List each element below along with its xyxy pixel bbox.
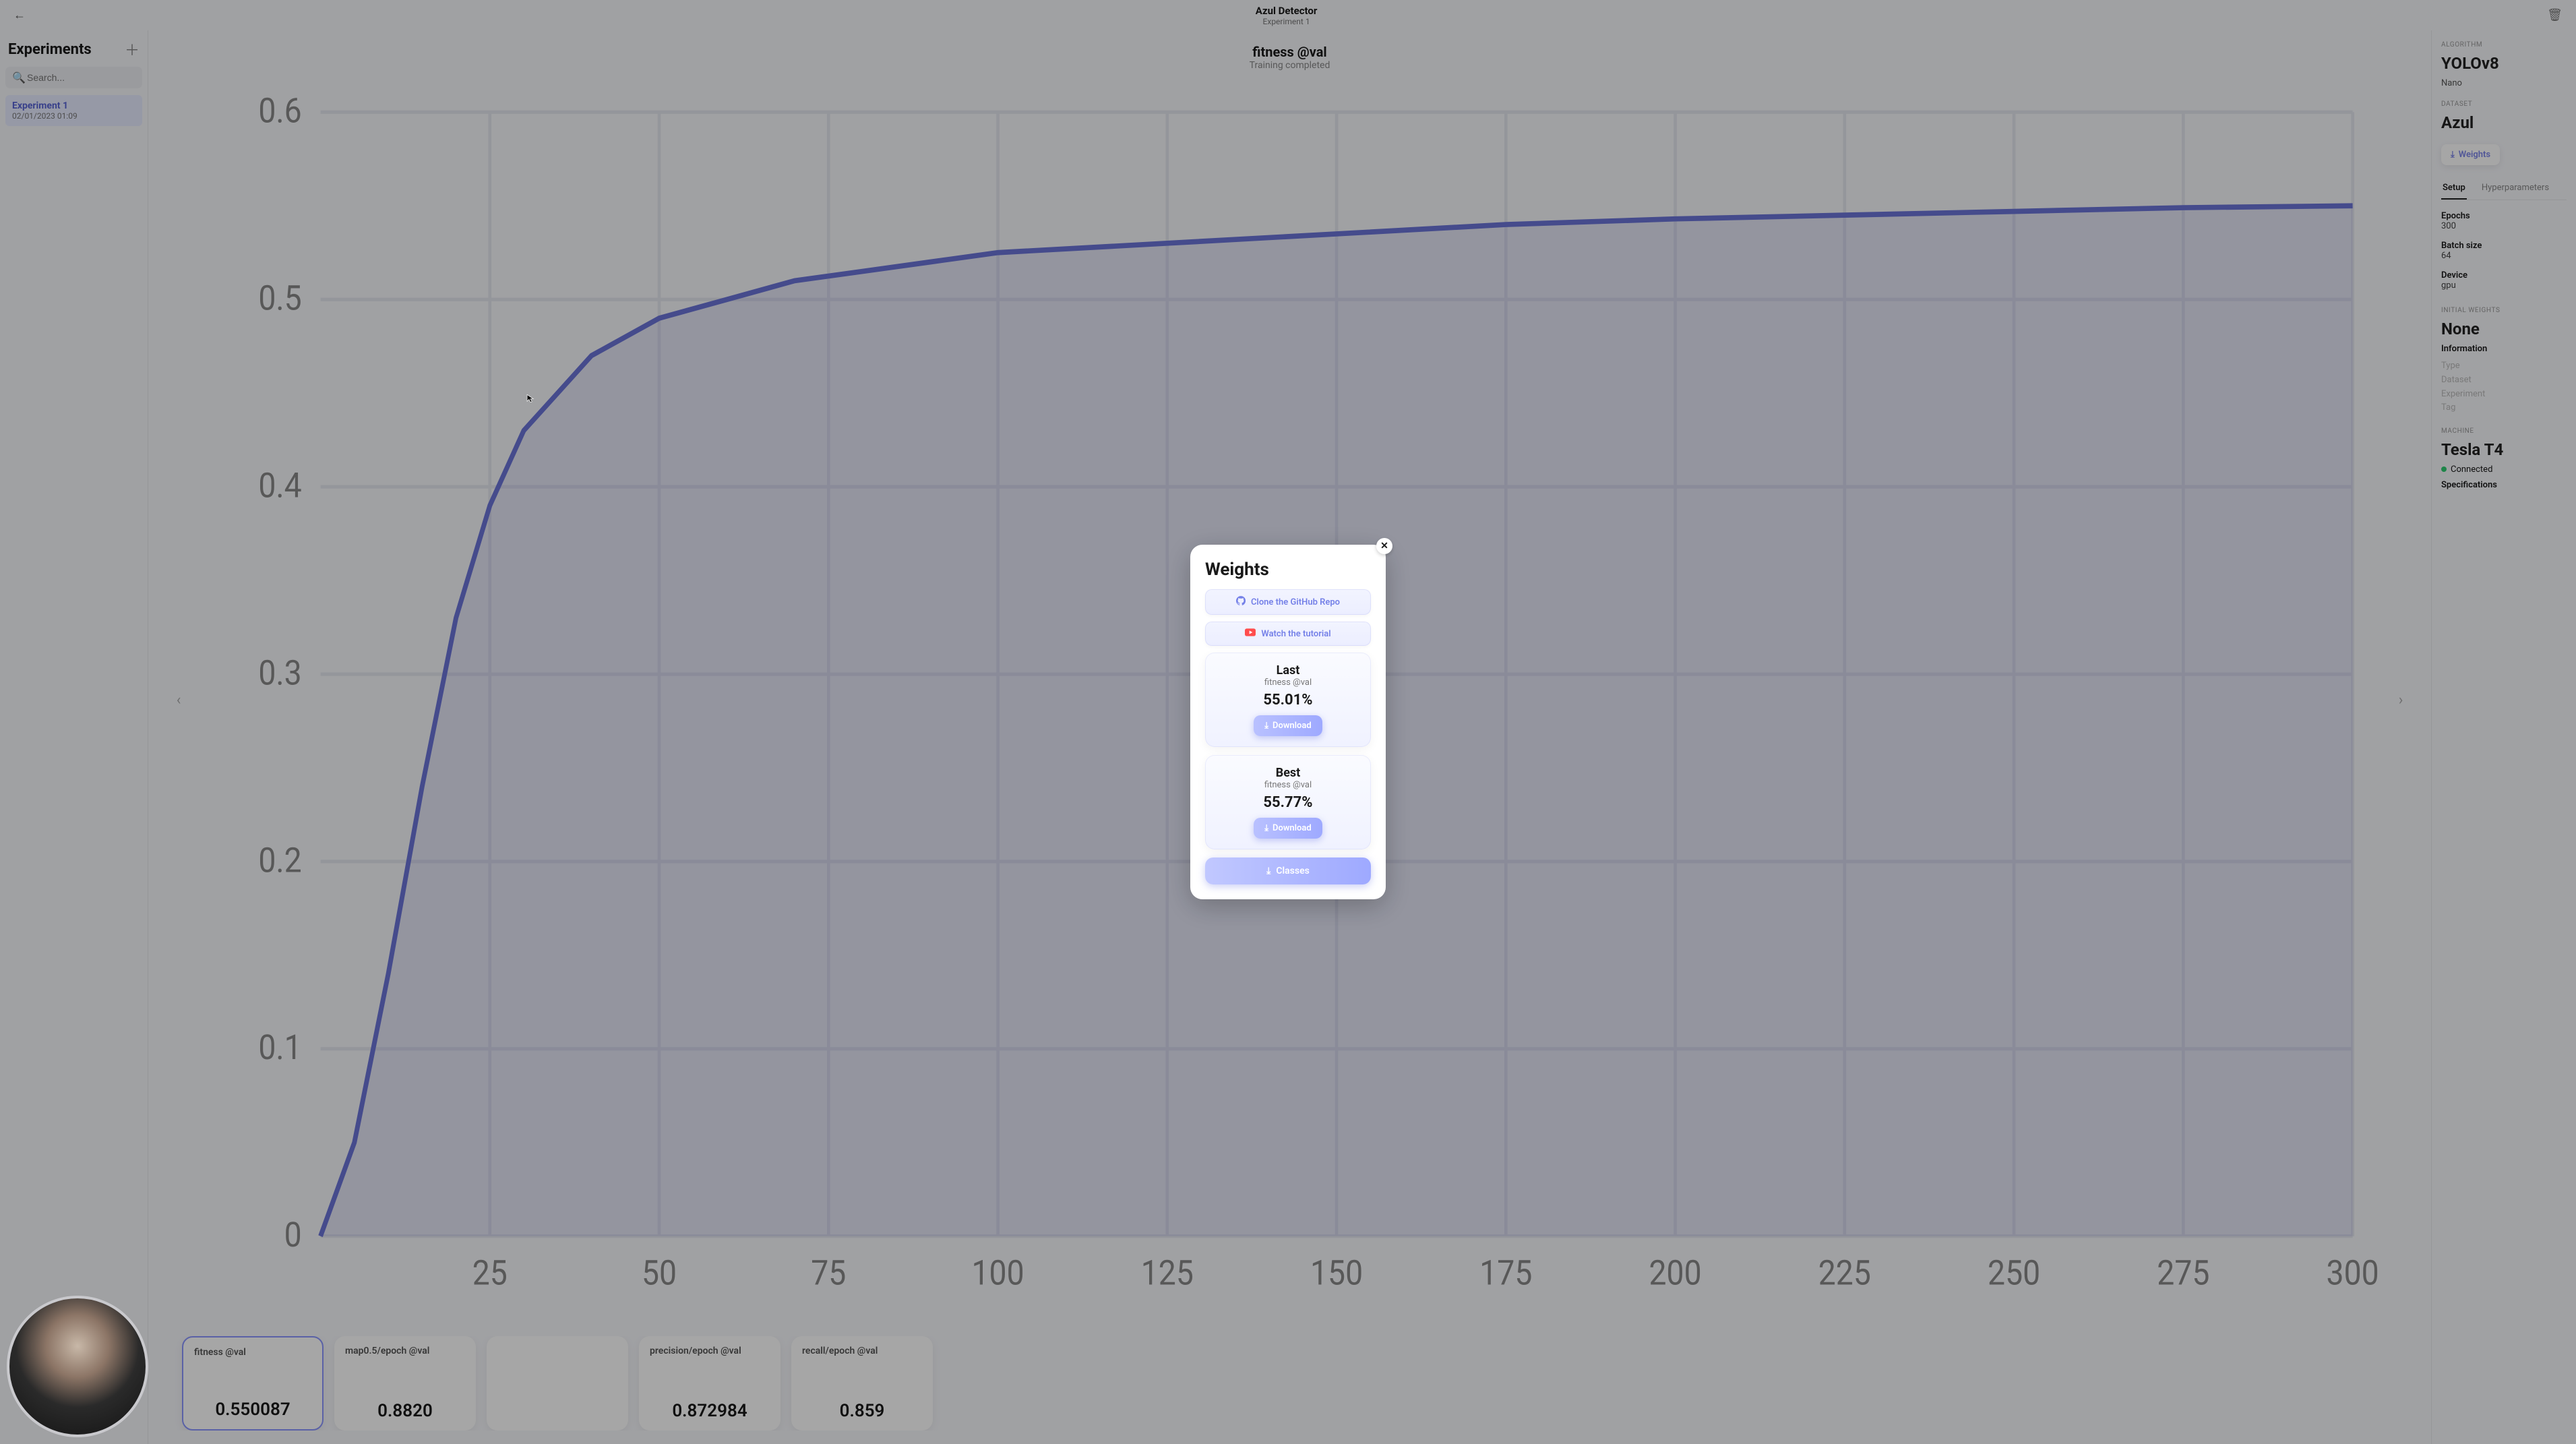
classes-label: Classes <box>1276 866 1309 876</box>
download-icon <box>1264 823 1268 833</box>
download-last-label: Download <box>1272 721 1312 731</box>
download-icon <box>1264 721 1268 731</box>
last-value: 55.01% <box>1216 692 1360 709</box>
clone-github-button[interactable]: Clone the GitHub Repo <box>1205 589 1371 615</box>
download-best-label: Download <box>1272 823 1312 833</box>
presenter-webcam <box>7 1296 148 1437</box>
classes-button[interactable]: Classes <box>1205 858 1371 884</box>
best-metric: fitness @val <box>1216 780 1360 790</box>
download-last-button[interactable]: Download <box>1254 715 1322 736</box>
last-metric: fitness @val <box>1216 678 1360 688</box>
github-icon <box>1236 596 1246 608</box>
best-value: 55.77% <box>1216 794 1360 811</box>
last-title: Last <box>1216 663 1360 678</box>
modal-close-button[interactable]: ✕ <box>1376 538 1392 554</box>
watch-tutorial-label: Watch the tutorial <box>1261 629 1330 639</box>
best-title: Best <box>1216 766 1360 780</box>
clone-github-label: Clone the GitHub Repo <box>1251 597 1340 607</box>
download-icon <box>1266 866 1270 876</box>
modal-title: Weights <box>1205 560 1371 580</box>
best-weight-card: Best fitness @val 55.77% Download <box>1205 755 1371 849</box>
cursor-icon <box>526 394 535 403</box>
weights-modal: ✕ Weights Clone the GitHub Repo Watch th… <box>1190 545 1386 899</box>
last-weight-card: Last fitness @val 55.01% Download <box>1205 653 1371 747</box>
watch-tutorial-button[interactable]: Watch the tutorial <box>1205 622 1371 646</box>
youtube-icon <box>1245 628 1256 639</box>
download-best-button[interactable]: Download <box>1254 818 1322 839</box>
